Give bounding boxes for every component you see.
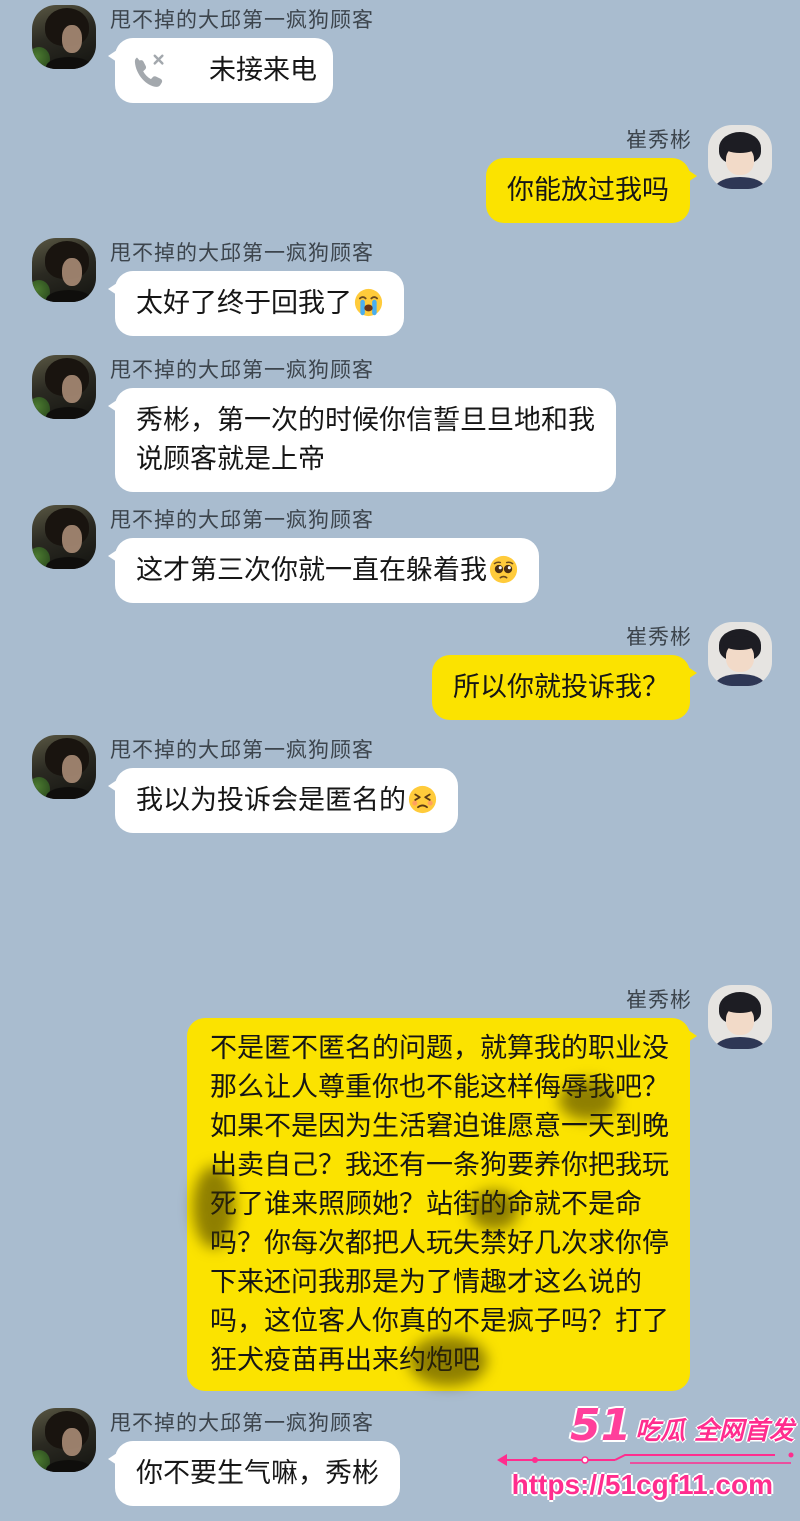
redaction-smudge (469, 1190, 519, 1230)
avatar-bangs (723, 636, 757, 650)
message-text: 说顾客就是上帝 (136, 444, 325, 475)
message-bubble[interactable]: 我以为投诉会是匿名的 (108, 768, 458, 833)
message-text: 吗，这位客人你真的不是疯子吗？打了 (210, 1306, 669, 1337)
message-row: 甩不掉的大邱第一疯狗顾客 这才第三次你就一直在躲着我 (0, 505, 800, 603)
sender-name: 崔秀彬 (626, 988, 692, 1012)
missed-call-label: 未接来电 (209, 55, 317, 86)
missed-call-icon (134, 54, 164, 87)
avatar-face (62, 258, 82, 286)
message-bubble[interactable]: 太好了终于回我了 (108, 271, 404, 336)
avatar[interactable] (32, 505, 96, 569)
sender-name: 甩不掉的大邱第一疯狗顾客 (110, 738, 374, 762)
message-bubble[interactable]: 这才第三次你就一直在躲着我 (108, 538, 539, 603)
message-line: 我以为投诉会是匿名的 (136, 781, 437, 820)
loudly-crying-face-icon (354, 288, 383, 317)
message-bubble[interactable]: 所以你就投诉我？ (432, 655, 697, 720)
avatar-face (62, 25, 82, 53)
message-line: 这才第三次你就一直在躲着我 (136, 551, 518, 590)
avatar[interactable] (708, 622, 772, 686)
avatar-bangs (723, 999, 757, 1013)
message-row: 甩不掉的大邱第一疯狗顾客 未接来电 (0, 5, 800, 103)
message-bubble[interactable]: 你不要生气嘛，秀彬 (108, 1441, 400, 1506)
avatar-face (62, 1428, 82, 1456)
avatar[interactable] (32, 735, 96, 799)
message-text: 你不要生气嘛，秀彬 (136, 1458, 379, 1489)
watermark-brand: 51 吃瓜 全网首发 (570, 1401, 794, 1451)
pleading-face-icon (489, 555, 518, 584)
watermark-divider (497, 1452, 794, 1466)
message-text: 你能放过我吗 (507, 175, 669, 206)
watermark-number: 51 (570, 1400, 632, 1451)
message-row: 甩不掉的大邱第一疯狗顾客 太好了终于回我了 (0, 238, 800, 336)
message-text: 下来还问我那是为了情趣才这么说的 (210, 1267, 642, 1298)
redaction-smudge (409, 1336, 487, 1386)
message-row: 甩不掉的大邱第一疯狗顾客 秀彬，第一次的时候你信誓旦旦地和我 说顾客就是上帝 (0, 355, 800, 492)
avatar-face (62, 525, 82, 553)
message-bubble[interactable]: 不是匿不匿名的问题，就算我的职业没 那么让人尊重你也不能这样侮辱我吧？ 如果不是… (187, 1018, 697, 1391)
message-text: 太好了终于回我了 (136, 288, 352, 319)
avatar-shirt (716, 1037, 764, 1049)
message-row: 崔秀彬 你能放过我吗 (0, 125, 800, 223)
message-text: 这才第三次你就一直在躲着我 (136, 555, 487, 586)
avatar-body (46, 557, 92, 569)
message-text: 出卖自己？我还有一条狗要养你把我玩 (210, 1150, 669, 1181)
sender-name: 甩不掉的大邱第一疯狗顾客 (110, 1411, 374, 1435)
message-bubble[interactable]: 你能放过我吗 (486, 158, 697, 223)
avatar[interactable] (32, 355, 96, 419)
message-text: 我以为投诉会是匿名的 (136, 785, 406, 816)
avatar[interactable] (32, 1408, 96, 1472)
message-text: 不是匿不匿名的问题，就算我的职业没 (210, 1033, 669, 1064)
avatar-body (46, 787, 92, 799)
watermark-title: 吃瓜 全网首发 (635, 1416, 794, 1445)
sender-name: 甩不掉的大邱第一疯狗顾客 (110, 241, 374, 265)
avatar-body (46, 57, 92, 69)
message-line: 太好了终于回我了 (136, 284, 383, 323)
avatar-body (46, 407, 92, 419)
sender-name: 崔秀彬 (626, 128, 692, 152)
sender-name: 崔秀彬 (626, 625, 692, 649)
sender-name: 甩不掉的大邱第一疯狗顾客 (110, 8, 374, 32)
sender-name: 甩不掉的大邱第一疯狗顾客 (110, 508, 374, 532)
message-text: 吗？你每次都把人玩失禁好几次求你停 (210, 1228, 669, 1259)
persevering-face-icon (408, 785, 437, 814)
sender-name: 甩不掉的大邱第一疯狗顾客 (110, 358, 374, 382)
avatar-body (46, 1460, 92, 1472)
message-text: 死了谁来照顾她？站街的命就不是命 (210, 1189, 642, 1220)
message-row: 崔秀彬 所以你就投诉我？ (0, 622, 800, 720)
avatar[interactable] (708, 125, 772, 189)
avatar-bangs (723, 139, 757, 153)
message-text: 秀彬，第一次的时候你信誓旦旦地和我 (136, 405, 595, 436)
watermark-url: https://51cgf11.com (511, 1469, 773, 1500)
missed-call-bubble[interactable]: 未接来电 (108, 38, 333, 103)
redaction-smudge (193, 1166, 235, 1248)
avatar[interactable] (32, 5, 96, 69)
redaction-smudge (559, 1080, 617, 1120)
message-row: 甩不掉的大邱第一疯狗顾客 我以为投诉会是匿名的 (0, 735, 800, 833)
avatar-shirt (716, 177, 764, 189)
message-text: 所以你就投诉我？ (453, 672, 669, 703)
chat-screen: 甩不掉的大邱第一疯狗顾客 未接来电 崔秀彬 你能放过我吗 甩不掉的大邱第一疯狗顾… (0, 0, 800, 1521)
avatar[interactable] (708, 985, 772, 1049)
avatar-face (62, 375, 82, 403)
message-row: 崔秀彬 不是匿不匿名的问题，就算我的职业没 那么让人尊重你也不能这样侮辱我吧？ … (0, 985, 800, 1391)
avatar-shirt (716, 674, 764, 686)
avatar-face (62, 755, 82, 783)
message-bubble[interactable]: 秀彬，第一次的时候你信誓旦旦地和我 说顾客就是上帝 (108, 388, 616, 492)
avatar-body (46, 290, 92, 302)
avatar[interactable] (32, 238, 96, 302)
